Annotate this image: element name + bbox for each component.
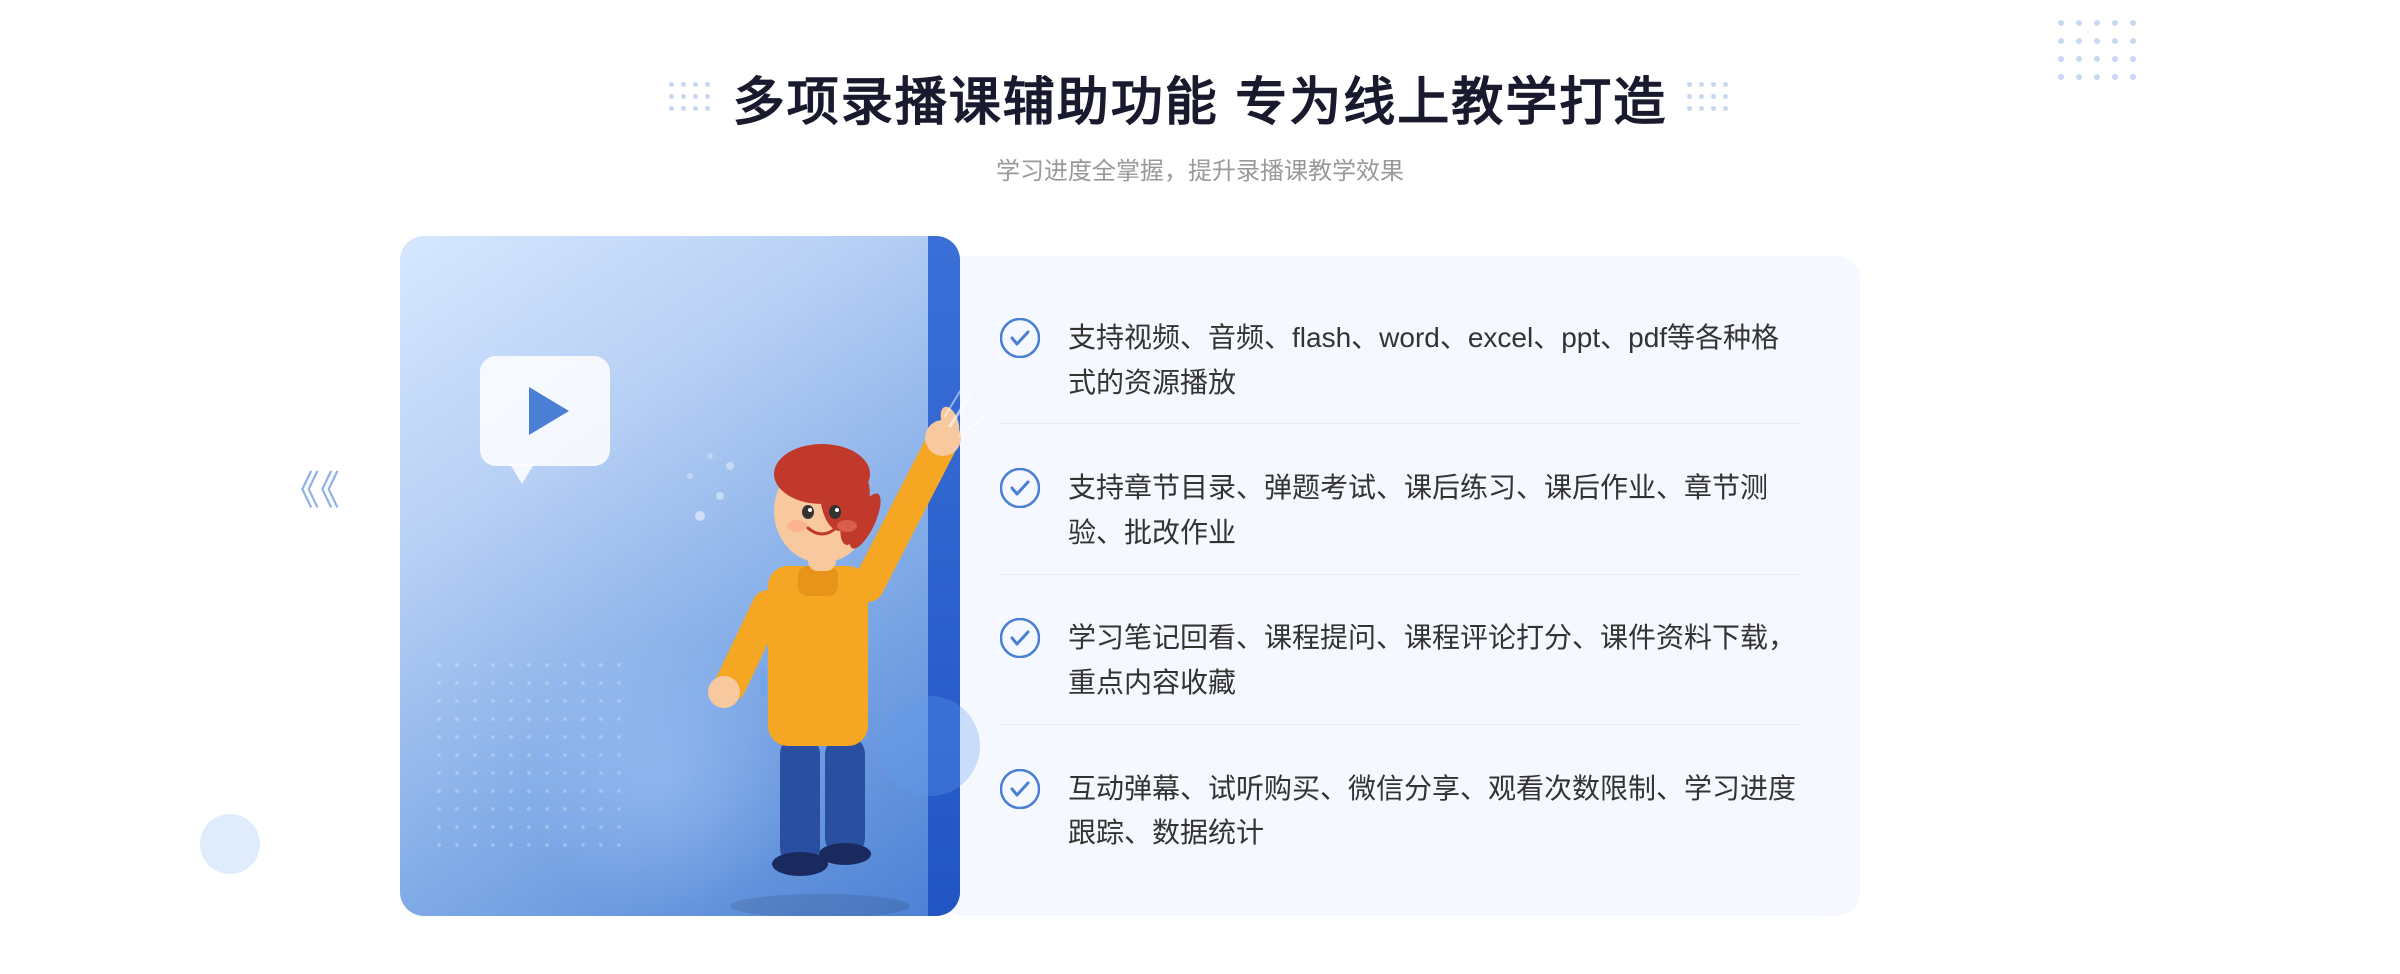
page-wrapper: 多项录播课辅助功能 专为线上教学打造 学习进度全掌握，提升录播课教学效果 xyxy=(0,0,2400,974)
illustration-panel xyxy=(400,236,960,916)
figure-container xyxy=(650,316,990,916)
deco-circle-1 xyxy=(880,696,980,796)
check-icon-1 xyxy=(1000,318,1040,358)
dots-top-right-decoration xyxy=(2058,20,2140,84)
check-icon-4 xyxy=(1000,769,1040,809)
main-title: 多项录播课辅助功能 专为线上教学打造 xyxy=(733,60,1667,135)
feature-text-2: 支持章节目录、弹题考试、课后练习、课后作业、章节测验、批改作业 xyxy=(1068,466,1800,556)
feature-item-4: 互动弹幕、试听购买、微信分享、观看次数限制、学习进度跟踪、数据统计 xyxy=(1000,749,1800,875)
header-section: 多项录播课辅助功能 专为线上教学打造 学习进度全掌握，提升录播课教学效果 xyxy=(669,60,1731,186)
check-icon-2 xyxy=(1000,468,1040,508)
figure-illustration xyxy=(650,316,990,916)
title-decoration-right xyxy=(1687,82,1731,114)
title-decoration-left xyxy=(669,82,713,114)
page-deco-circle xyxy=(200,814,260,874)
check-icon-3 xyxy=(1000,618,1040,658)
feature-item-2: 支持章节目录、弹题考试、课后练习、课后作业、章节测验、批改作业 xyxy=(1000,448,1800,575)
feature-item-1: 支持视频、音频、flash、word、excel、ppt、pdf等各种格式的资源… xyxy=(1000,298,1800,425)
feature-text-3: 学习笔记回看、课程提问、课程评论打分、课件资料下载，重点内容收藏 xyxy=(1068,616,1800,706)
feature-item-3: 学习笔记回看、课程提问、课程评论打分、课件资料下载，重点内容收藏 xyxy=(1000,598,1800,725)
feature-text-4: 互动弹幕、试听购买、微信分享、观看次数限制、学习进度跟踪、数据统计 xyxy=(1068,767,1800,857)
title-row: 多项录播课辅助功能 专为线上教学打造 xyxy=(669,60,1731,135)
play-triangle-icon xyxy=(529,387,569,435)
left-chevrons-decoration: 《《 xyxy=(280,458,340,516)
play-bubble xyxy=(480,356,610,466)
feature-text-1: 支持视频、音频、flash、word、excel、ppt、pdf等各种格式的资源… xyxy=(1068,316,1800,406)
features-panel: 支持视频、音频、flash、word、excel、ppt、pdf等各种格式的资源… xyxy=(940,256,1860,916)
sub-title: 学习进度全掌握，提升录播课教学效果 xyxy=(996,151,1404,186)
content-area: 支持视频、音频、flash、word、excel、ppt、pdf等各种格式的资源… xyxy=(400,236,2000,916)
